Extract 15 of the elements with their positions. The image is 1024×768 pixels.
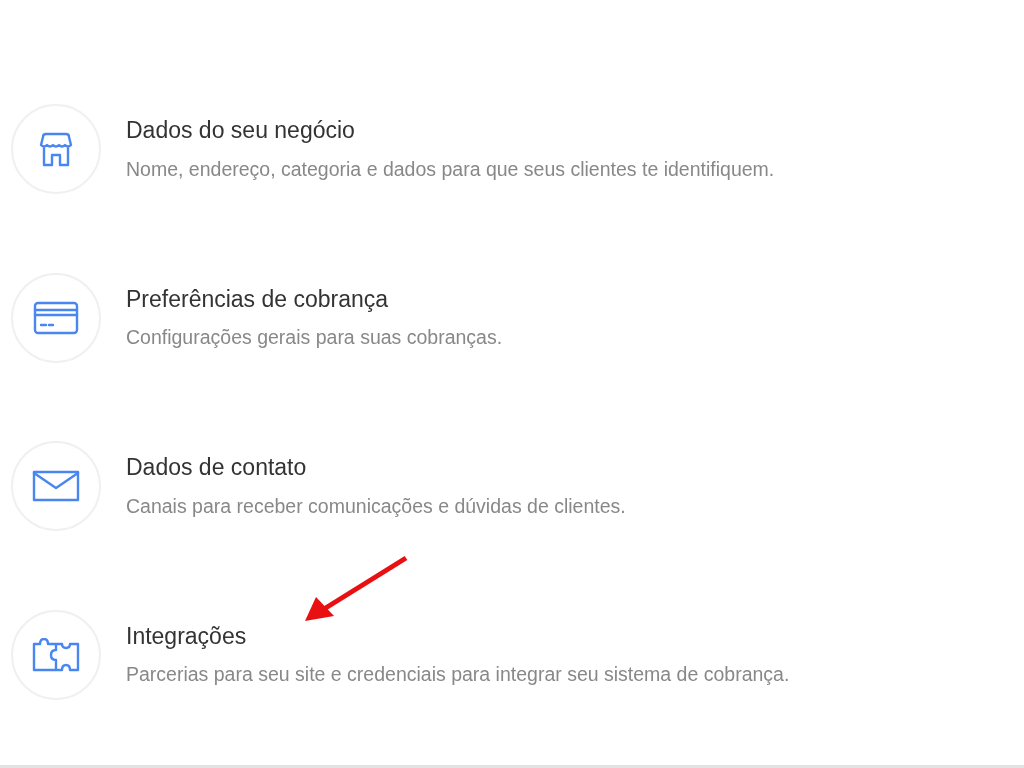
credit-card-icon <box>33 300 79 335</box>
setting-title[interactable]: Preferências de cobrança <box>126 285 503 314</box>
setting-title[interactable]: Dados do seu negócio <box>126 117 775 145</box>
icon-circle[interactable] <box>11 272 101 363</box>
mail-icon <box>32 470 80 503</box>
setting-description: Canais para receber comunicações e dúvidas de clientes. <box>126 494 626 519</box>
setting-description: Configurações gerais para suas cobranças. <box>126 326 503 350</box>
icon-circle[interactable] <box>11 609 101 700</box>
setting-description: Nome, endereço, categoria e dados para que seus clientes te identifiquem. <box>126 157 775 182</box>
puzzle-icon <box>32 637 80 672</box>
setting-title[interactable]: Dados de contato <box>126 454 626 482</box>
icon-circle[interactable] <box>11 441 101 532</box>
setting-title[interactable]: Integrações <box>126 622 790 651</box>
setting-description: Parcerias para seu site e credenciais para integrar seu sistema de cobrança. <box>126 663 790 687</box>
icon-circle[interactable] <box>11 104 101 195</box>
